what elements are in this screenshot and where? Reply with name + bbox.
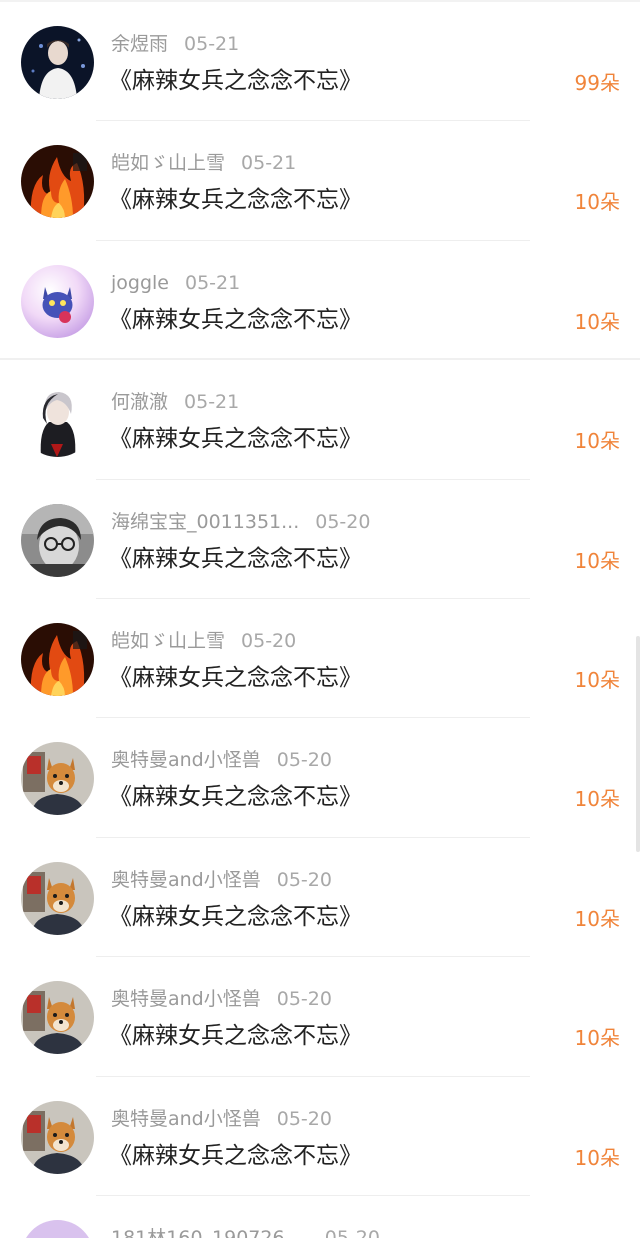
gift-list[interactable]: 余煜雨 05-21 《麻辣女兵之念念不忘》 99朵皑如ゞ山上雪 05-21 《麻辣女兵之念… bbox=[0, 2, 640, 1196]
item-meta: 奥特曼and小怪兽 05-20 bbox=[111, 746, 332, 774]
flower-count: 10朵 bbox=[574, 1145, 620, 1170]
user-name[interactable]: 奥特曼and小怪兽 bbox=[111, 746, 261, 774]
book-title[interactable]: 《麻辣女兵之念念不忘》 bbox=[109, 183, 362, 217]
book-title[interactable]: 《麻辣女兵之念念不忘》 bbox=[109, 1019, 362, 1053]
flower-count: 10朵 bbox=[574, 906, 620, 931]
shiba-dog-avatar[interactable] bbox=[21, 742, 94, 816]
user-name[interactable]: 何澈澈 bbox=[111, 388, 168, 416]
flower-count: 10朵 bbox=[574, 548, 620, 573]
flower-count: 10朵 bbox=[574, 429, 620, 454]
item-meta: joggle 05-21 bbox=[111, 269, 240, 297]
list-item[interactable]: 海绵宝宝_0011351... 05-20 《麻辣女兵之念念不忘》 10朵 bbox=[0, 480, 640, 599]
book-title[interactable]: 《麻辣女兵之念念不忘》 bbox=[109, 542, 362, 576]
gift-date: 05-21 bbox=[185, 271, 241, 294]
item-meta: 皑如ゞ山上雪 05-20 bbox=[111, 627, 296, 655]
list-item[interactable]: 奥特曼and小怪兽 05-20 《麻辣女兵之念念不忘》 10朵 bbox=[0, 1077, 640, 1196]
user-name[interactable]: 奥特曼and小怪兽 bbox=[111, 866, 261, 894]
book-title[interactable]: 《麻辣女兵之念念不忘》 bbox=[109, 900, 362, 934]
flower-count: 10朵 bbox=[574, 190, 620, 215]
anime-boy-avatar[interactable] bbox=[21, 384, 94, 458]
list-item[interactable]: 余煜雨 05-21 《麻辣女兵之念念不忘》 99朵 bbox=[0, 2, 640, 122]
gift-date: 05-20 bbox=[241, 629, 297, 652]
boy-in-white-avatar[interactable] bbox=[21, 26, 94, 99]
item-meta: 何澈澈 05-21 bbox=[111, 388, 239, 416]
book-title[interactable]: 《麻辣女兵之念念不忘》 bbox=[109, 1139, 362, 1173]
gift-date: 05-21 bbox=[241, 152, 297, 175]
user-name[interactable]: 181林160_190726... bbox=[111, 1224, 303, 1238]
list-item[interactable]: 奥特曼and小怪兽 05-20 《麻辣女兵之念念不忘》 10朵 bbox=[0, 838, 640, 958]
item-meta: 余煜雨 05-21 bbox=[111, 30, 239, 58]
book-title[interactable]: 《麻辣女兵之念念不忘》 bbox=[109, 661, 362, 695]
user-name[interactable]: joggle bbox=[111, 269, 169, 297]
list-item[interactable]: joggle 05-21 《麻辣女兵之念念不忘》 10朵 bbox=[0, 241, 640, 361]
user-name[interactable]: 皑如ゞ山上雪 bbox=[111, 627, 225, 655]
list-item[interactable]: 何澈澈 05-21 《麻辣女兵之念念不忘》 10朵 bbox=[0, 360, 640, 480]
flower-count: 10朵 bbox=[574, 1026, 620, 1051]
list-item[interactable]: 奥特曼and小怪兽 05-20 《麻辣女兵之念念不忘》 10朵 bbox=[0, 957, 640, 1077]
user-name[interactable]: 海绵宝宝_0011351... bbox=[111, 508, 299, 536]
gift-date: 05-20 bbox=[315, 510, 371, 533]
item-meta: 皑如ゞ山上雪 05-21 bbox=[111, 149, 296, 177]
user-name[interactable]: 奥特曼and小怪兽 bbox=[111, 1105, 261, 1133]
scrollbar[interactable] bbox=[636, 636, 640, 852]
glasses-boy-avatar[interactable] bbox=[21, 503, 94, 577]
item-meta: 海绵宝宝_0011351... 05-20 bbox=[111, 508, 370, 536]
item-meta: 奥特曼and小怪兽 05-20 bbox=[111, 866, 332, 894]
list-item[interactable]: 奥特曼and小怪兽 05-20 《麻辣女兵之念念不忘》 10朵 bbox=[0, 718, 640, 838]
flower-count: 99朵 bbox=[574, 71, 620, 95]
fire-avatar[interactable] bbox=[21, 145, 94, 219]
gift-date: 05-21 bbox=[184, 391, 240, 414]
shiba-dog-avatar[interactable] bbox=[21, 981, 94, 1055]
item-meta: 奥特曼and小怪兽 05-20 bbox=[111, 985, 332, 1013]
gift-date: 05-20 bbox=[276, 749, 332, 772]
book-title[interactable]: 《麻辣女兵之念念不忘》 bbox=[109, 303, 362, 337]
list-item[interactable]: 皑如ゞ山上雪 05-20 《麻辣女兵之念念不忘》 10朵 bbox=[0, 599, 640, 719]
item-meta: 奥特曼and小怪兽 05-20 bbox=[111, 1105, 332, 1133]
user-name[interactable]: 皑如ゞ山上雪 bbox=[111, 149, 225, 177]
book-title[interactable]: 《麻辣女兵之念念不忘》 bbox=[109, 422, 362, 456]
purple-avatar[interactable] bbox=[21, 1220, 94, 1238]
shiba-dog-avatar[interactable] bbox=[21, 861, 94, 935]
gift-date: 05-20 bbox=[324, 1227, 380, 1238]
list-item[interactable]: 皑如ゞ山上雪 05-21 《麻辣女兵之念念不忘》 10朵 bbox=[0, 121, 640, 241]
book-title[interactable]: 《麻辣女兵之念念不忘》 bbox=[109, 64, 362, 98]
user-name[interactable]: 余煜雨 bbox=[111, 30, 168, 58]
cartoon-cat-avatar[interactable] bbox=[21, 264, 94, 338]
book-title[interactable]: 《麻辣女兵之念念不忘》 bbox=[109, 780, 362, 814]
flower-count: 10朵 bbox=[574, 787, 620, 812]
list-item-partial[interactable]: 181林160_190726... 05-20 bbox=[0, 1196, 640, 1238]
user-name[interactable]: 奥特曼and小怪兽 bbox=[111, 985, 261, 1013]
gift-date: 05-21 bbox=[184, 33, 240, 55]
flower-count: 10朵 bbox=[574, 667, 620, 692]
gift-date: 05-20 bbox=[276, 868, 332, 891]
gift-date: 05-20 bbox=[276, 1107, 332, 1130]
gift-date: 05-20 bbox=[276, 988, 332, 1011]
flower-count: 10朵 bbox=[574, 309, 620, 334]
fire-avatar[interactable] bbox=[21, 622, 94, 696]
shiba-dog-avatar[interactable] bbox=[21, 1100, 94, 1174]
item-meta: 181林160_190726... 05-20 bbox=[111, 1224, 380, 1238]
